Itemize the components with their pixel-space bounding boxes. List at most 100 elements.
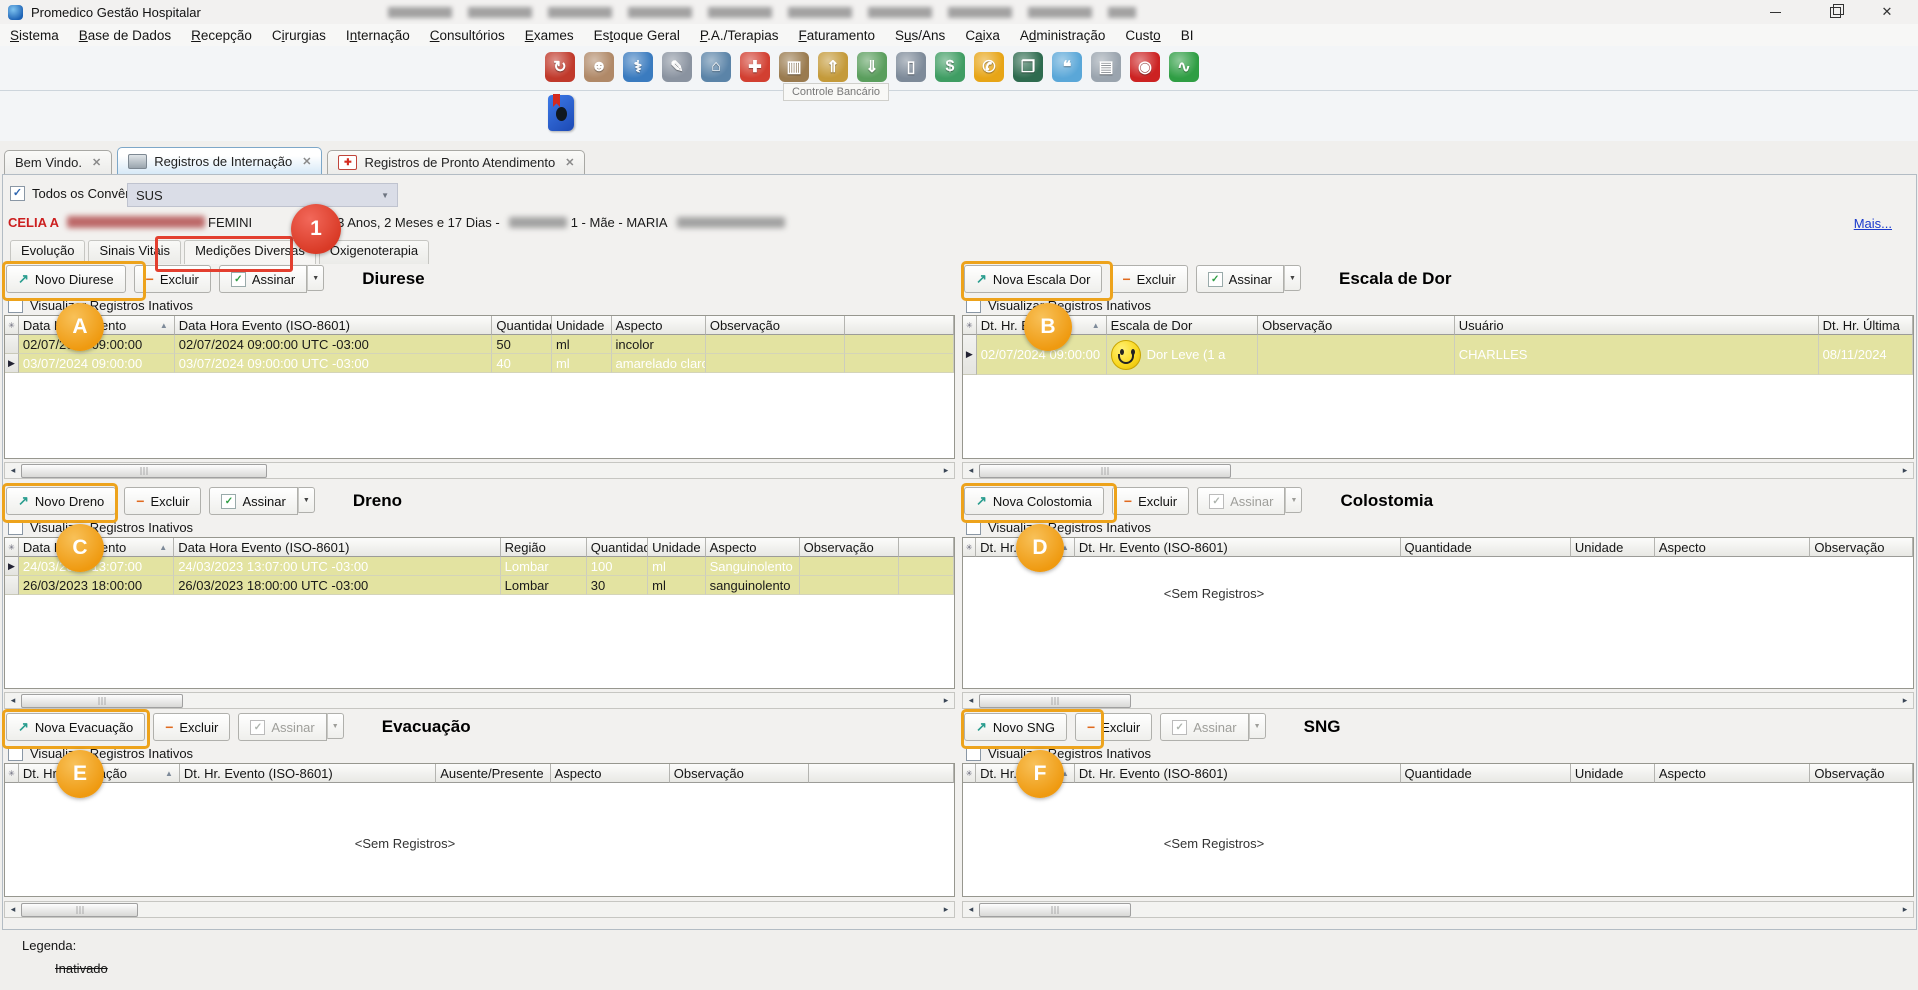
scroll-left-icon[interactable]: ◂	[5, 465, 21, 476]
column-header-dt-hr-evento-iso-8601[interactable]: Dt. Hr. Evento (ISO-8601)	[1075, 764, 1401, 783]
diurese-assinar-button[interactable]: ✓Assinar	[219, 265, 307, 293]
monitor-pulse-icon[interactable]: ∿	[1169, 52, 1199, 82]
column-header-escala-de-dor[interactable]: Escala de Dor	[1107, 316, 1258, 335]
escala-de-dor-scroll-thumb[interactable]	[979, 464, 1231, 478]
tab-close-icon[interactable]: ✕	[92, 156, 101, 169]
column-header-aspecto[interactable]: Aspecto	[1655, 538, 1811, 557]
doctor-icon[interactable]: ⚕	[623, 52, 653, 82]
escala-de-dor-assinar-dropdown[interactable]: ▼	[1284, 265, 1301, 291]
column-header-aspecto[interactable]: Aspecto	[1655, 764, 1811, 783]
dreno-hscrollbar[interactable]: ◂▸	[4, 692, 955, 709]
ambulance-icon[interactable]: ✚	[740, 52, 770, 82]
scroll-left-icon[interactable]: ◂	[963, 695, 979, 706]
menu-cirurgias[interactable]: Cirurgias	[262, 28, 336, 43]
column-header-blank[interactable]	[899, 538, 954, 557]
scroll-right-icon[interactable]: ▸	[1897, 695, 1913, 706]
tab-registros-de-pronto-atendimento[interactable]: ✚Registros de Pronto Atendimento✕	[327, 150, 585, 174]
bank-safe-icon[interactable]: ▯	[896, 52, 926, 82]
subtab-sinais-vitais[interactable]: Sinais Vitais	[88, 240, 181, 264]
agenda-book-icon[interactable]	[548, 95, 574, 131]
dreno-excluir-button[interactable]: −Excluir	[124, 487, 201, 515]
sng-excluir-button[interactable]: −Excluir	[1075, 713, 1152, 741]
subtab-evolucao[interactable]: Evolução	[10, 240, 85, 264]
diurese-hscrollbar[interactable]: ◂▸	[4, 462, 955, 479]
menu-exames[interactable]: Exames	[515, 28, 584, 43]
evacuacao-assinar-button[interactable]: ✓Assinar	[238, 713, 326, 741]
evacuacao-hscrollbar[interactable]: ◂▸	[4, 901, 955, 918]
stock-supplies-icon[interactable]: ▥	[779, 52, 809, 82]
colostomia-hscrollbar[interactable]: ◂▸	[962, 692, 1914, 709]
sng-assinar-dropdown[interactable]: ▼	[1249, 713, 1266, 739]
column-header-data-hora-evento-iso-8601[interactable]: Data Hora Evento (ISO-8601)	[175, 316, 493, 335]
menu-p-a-terapias[interactable]: P.A./Terapias	[690, 28, 789, 43]
row-selector-cell[interactable]	[5, 335, 19, 354]
menu-estoque-geral[interactable]: Estoque Geral	[584, 28, 690, 43]
column-header-aspecto[interactable]: Aspecto	[706, 538, 800, 557]
tab-bem-vindo[interactable]: Bem Vindo.✕	[4, 150, 112, 174]
sng-assinar-button[interactable]: ✓Assinar	[1160, 713, 1248, 741]
sng-inativos-checkbox[interactable]	[966, 746, 981, 761]
tab-close-icon[interactable]: ✕	[302, 155, 311, 168]
close-button[interactable]: ✕	[1864, 0, 1910, 24]
menu-faturamento[interactable]: Faturamento	[788, 28, 885, 43]
menu-internacao[interactable]: Internação	[336, 28, 420, 43]
hospital-bed-icon[interactable]: ⌂	[701, 52, 731, 82]
column-header-aspecto[interactable]: Aspecto	[551, 764, 670, 783]
scroll-left-icon[interactable]: ◂	[5, 904, 21, 915]
column-header-blank[interactable]	[809, 764, 954, 783]
evacuacao-scroll-thumb[interactable]	[21, 903, 138, 917]
column-header-quantidade[interactable]: Quantidade	[1401, 538, 1571, 557]
scroll-left-icon[interactable]: ◂	[963, 465, 979, 476]
column-header-ausente-presente[interactable]: Ausente/Presente	[436, 764, 550, 783]
scroll-right-icon[interactable]: ▸	[938, 465, 954, 476]
column-header-observacao[interactable]: Observação	[1810, 764, 1913, 783]
escala-de-dor-assinar-button[interactable]: ✓Assinar	[1196, 265, 1284, 293]
dreno-table-row[interactable]: 26/03/2023 18:00:0026/03/2023 18:00:00 U…	[5, 576, 954, 595]
escala-de-dor-table-row[interactable]: ▶02/07/2024 09:00:00Dor Leve (1 aCHARLLE…	[963, 335, 1913, 375]
column-header-observacao[interactable]: Observação	[706, 316, 845, 335]
colostomia-excluir-button[interactable]: −Excluir	[1112, 487, 1189, 515]
mais-link[interactable]: Mais...	[1854, 216, 1892, 231]
column-header-dt-hr-evento-iso-8601[interactable]: Dt. Hr. Evento (ISO-8601)	[180, 764, 436, 783]
ledger-book-icon[interactable]: ❒	[1013, 52, 1043, 82]
colostomia-inativos-checkbox[interactable]	[966, 520, 981, 535]
chat-icon[interactable]: ❝	[1052, 52, 1082, 82]
menu-sistema[interactable]: Sistema	[0, 28, 69, 43]
column-header-observacao[interactable]: Observação	[1258, 316, 1455, 335]
colostomia-new-button[interactable]: ↗Nova Colostomia	[964, 487, 1104, 515]
tab-close-icon[interactable]: ✕	[565, 156, 574, 169]
expense-down-icon[interactable]: ⇓	[857, 52, 887, 82]
scroll-left-icon[interactable]: ◂	[963, 904, 979, 915]
finance-calculator-icon[interactable]: $	[935, 52, 965, 82]
escala-de-dor-excluir-button[interactable]: −Excluir	[1110, 265, 1187, 293]
dreno-inativos-checkbox[interactable]	[8, 520, 23, 535]
patient-exchange-icon[interactable]: ↻	[545, 52, 575, 82]
dreno-assinar-button[interactable]: ✓Assinar	[209, 487, 297, 515]
menu-administracao[interactable]: Administração	[1010, 28, 1116, 43]
evacuacao-inativos-checkbox[interactable]	[8, 746, 23, 761]
diurese-scroll-thumb[interactable]	[21, 464, 267, 478]
scroll-left-icon[interactable]: ◂	[5, 695, 21, 706]
evacuacao-new-button[interactable]: ↗Nova Evacuação	[6, 713, 145, 741]
sng-scroll-thumb[interactable]	[979, 903, 1131, 917]
menu-base-de-dados[interactable]: Base de Dados	[69, 28, 181, 43]
menu-sus-ans[interactable]: Sus/Ans	[885, 28, 955, 43]
dreno-scroll-thumb[interactable]	[21, 694, 183, 708]
column-header-unidade[interactable]: Unidade	[552, 316, 612, 335]
prescription-icon[interactable]: ✎	[662, 52, 692, 82]
column-header-unidade[interactable]: Unidade	[1571, 538, 1655, 557]
tab-registros-de-internacao[interactable]: Registros de Internação✕	[117, 147, 322, 174]
row-selector-cell[interactable]: ▶	[5, 557, 19, 576]
convenio-select[interactable]: SUS ▼	[127, 183, 398, 207]
row-selector-cell[interactable]: ▶	[5, 354, 19, 373]
scroll-right-icon[interactable]: ▸	[938, 904, 954, 915]
sng-hscrollbar[interactable]: ◂▸	[962, 901, 1914, 918]
menu-custo[interactable]: Custo	[1115, 28, 1170, 43]
report-icon[interactable]: ▤	[1091, 52, 1121, 82]
dreno-new-button[interactable]: ↗Novo Dreno	[6, 487, 116, 515]
evacuacao-excluir-button[interactable]: −Excluir	[153, 713, 230, 741]
dreno-table-row[interactable]: ▶24/03/2023 13:07:0024/03/2023 13:07:00 …	[5, 557, 954, 576]
colostomia-assinar-dropdown[interactable]: ▼	[1285, 487, 1302, 513]
diurese-inativos-checkbox[interactable]	[8, 298, 23, 313]
todos-convenios-checkbox[interactable]: ✓	[10, 186, 25, 201]
